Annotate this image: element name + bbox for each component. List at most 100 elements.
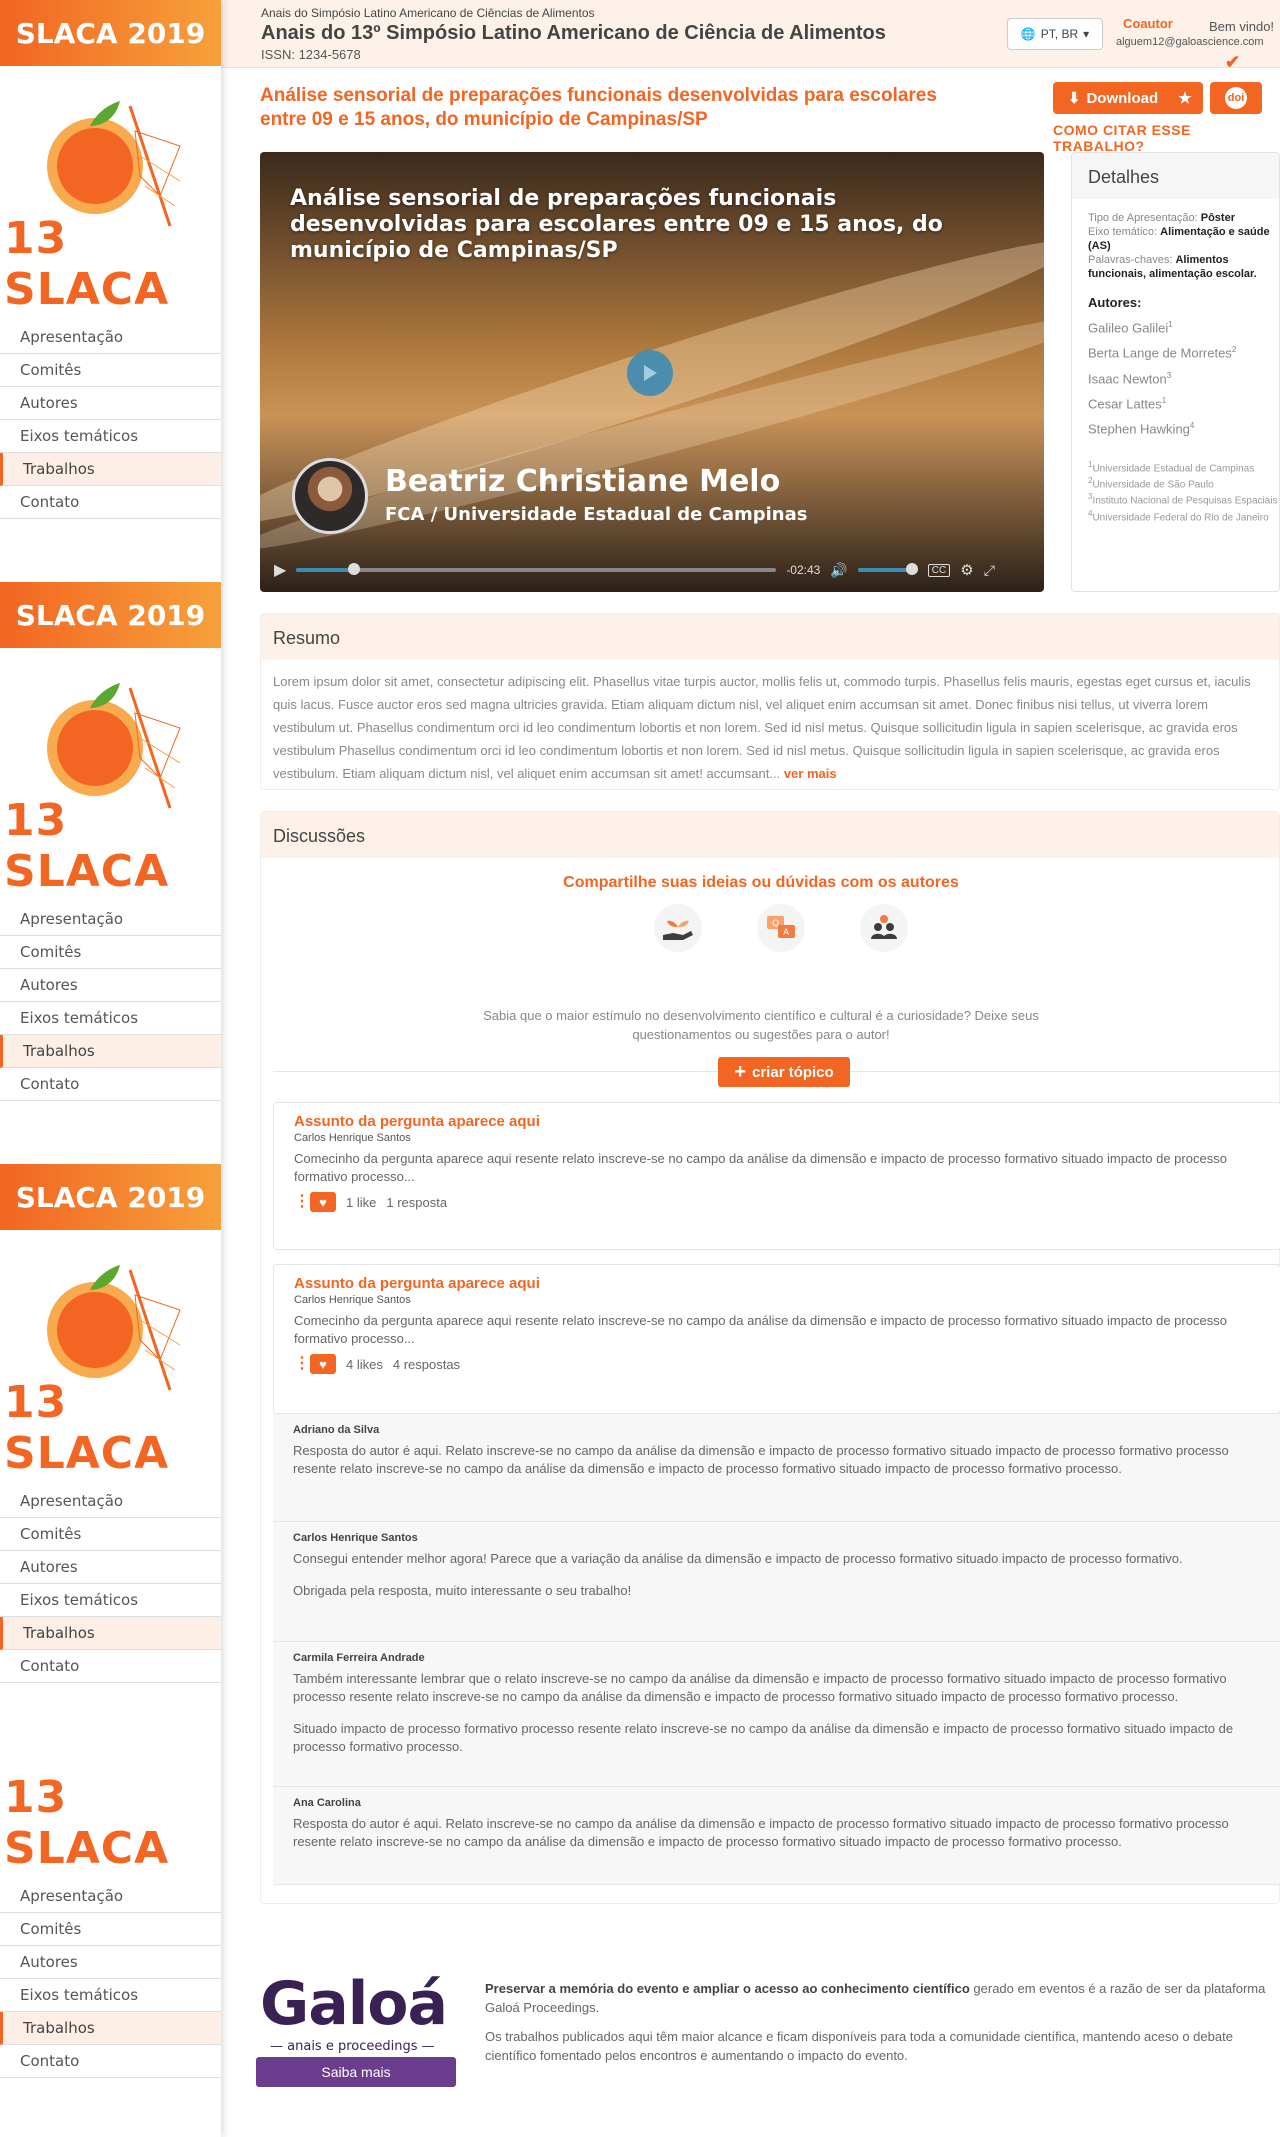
- like-count: 1 like: [346, 1194, 377, 1210]
- play-overlay-button[interactable]: [627, 350, 673, 396]
- discussions-section: Discussões Compartilhe suas ideias ou dú…: [260, 811, 1280, 1904]
- event-subtitle: Anais do Simpósio Latino Americano de Ci…: [261, 6, 595, 20]
- heart-icon[interactable]: ♥: [310, 1192, 336, 1212]
- author-item[interactable]: Isaac Newton3: [1088, 365, 1279, 390]
- event-logo[interactable]: 13 SLACA: [0, 1230, 221, 1485]
- event-title[interactable]: Anais do 13º Simpósio Latino Americano d…: [261, 22, 886, 45]
- sidebar-item[interactable]: Apresentação: [0, 903, 221, 936]
- author-item[interactable]: Cesar Lattes1: [1088, 390, 1279, 415]
- language-selector[interactable]: 🌐 PT, BR ▾: [1007, 18, 1103, 50]
- sidebar-nav: Apresentação Comitês Autores Eixos temático…: [0, 1485, 221, 1683]
- sidebar-item[interactable]: Contato: [0, 1068, 221, 1101]
- topic-title[interactable]: Assunto da pergunta aparece aqui: [294, 1113, 1280, 1130]
- create-topic-button[interactable]: + criar tópico: [718, 1057, 850, 1087]
- sidebar-item[interactable]: Trabalhos: [0, 1617, 221, 1650]
- sidebar-block: 13 SLACA Apresentação Comitês Autores Eixos …: [0, 1690, 221, 2078]
- footer-text-2: Os trabalhos publicados aqui têm maior a…: [485, 2029, 1233, 2063]
- topic-card[interactable]: Assunto da pergunta aparece aqui Carlos …: [273, 1102, 1280, 1250]
- reply-count[interactable]: 1 resposta: [386, 1195, 447, 1210]
- sidebar-item[interactable]: Contato: [0, 1650, 221, 1683]
- logo-text: 13 SLACA: [4, 1377, 170, 1479]
- sidebar-item[interactable]: Trabalhos: [0, 2012, 221, 2045]
- topic-card[interactable]: Assunto da pergunta aparece aqui Carlos …: [273, 1264, 1280, 1414]
- author-item[interactable]: Berta Lange de Morretes2: [1088, 339, 1279, 364]
- download-button[interactable]: ⬇ Download: [1053, 82, 1173, 114]
- topic-text: Comecinho da pergunta aparece aqui resen…: [294, 1313, 1227, 1346]
- sidebar-item[interactable]: Apresentação: [0, 1485, 221, 1518]
- share-prompt: Compartilhe suas ideias ou dúvidas com o…: [563, 874, 959, 891]
- sidebar-item[interactable]: Autores: [0, 1551, 221, 1584]
- progress-bar[interactable]: [296, 563, 777, 575]
- video-player[interactable]: Análise sensorial de preparações funcion…: [260, 152, 1044, 592]
- footer-text: Preservar a memória do evento e ampliar …: [485, 1979, 1280, 2065]
- sidebar-item[interactable]: Trabalhos: [0, 1035, 221, 1068]
- sidebar-item[interactable]: Contato: [0, 486, 221, 519]
- topic-title[interactable]: Assunto da pergunta aparece aqui: [294, 1275, 1280, 1292]
- coautor-link[interactable]: Coautor: [1123, 16, 1173, 31]
- brand-banner[interactable]: SLACA 2019: [0, 582, 221, 648]
- event-logo[interactable]: 13 SLACA: [0, 66, 221, 321]
- brand-banner[interactable]: SLACA 2019: [0, 1164, 221, 1230]
- reply-author: Adriano da Silva: [293, 1424, 380, 1436]
- sidebar-item[interactable]: Eixos temáticos: [0, 1979, 221, 2012]
- globe-icon: 🌐: [1020, 27, 1036, 41]
- svg-text:Q: Q: [772, 919, 779, 929]
- sidebar-item[interactable]: Comitês: [0, 1913, 221, 1946]
- heart-icon[interactable]: ♥: [310, 1354, 336, 1374]
- sidebar-item[interactable]: Apresentação: [0, 321, 221, 354]
- sidebar-item[interactable]: Comitês: [0, 1518, 221, 1551]
- discussion-hint: Sabia que o maior estímulo no desenvolvi…: [483, 1008, 1039, 1042]
- sidebar-item[interactable]: Autores: [0, 969, 221, 1002]
- doi-icon: doi: [1225, 87, 1247, 109]
- play-icon[interactable]: ▶: [274, 560, 286, 580]
- resumo-section: Resumo Lorem ipsum dolor sit amet, conse…: [260, 613, 1280, 790]
- sidebar-block: SLACA 2019 13 SLACA Apresentação Comitês Au…: [0, 582, 221, 1101]
- volume-icon[interactable]: 🔊: [830, 562, 847, 579]
- settings-icon[interactable]: ⚙: [960, 561, 973, 579]
- reply-text: Obrigada pela resposta, muito interessan…: [293, 1583, 632, 1598]
- more-options-icon[interactable]: ⋮: [294, 1356, 310, 1372]
- event-logo[interactable]: 13 SLACA: [0, 1690, 221, 1880]
- more-options-icon[interactable]: ⋮: [294, 1194, 310, 1210]
- reply-text: Consegui entender melhor agora! Parece q…: [293, 1551, 1183, 1566]
- sidebar-item[interactable]: Comitês: [0, 936, 221, 969]
- presenter-name: Beatriz Christiane Melo: [385, 464, 781, 499]
- play-icon: [644, 365, 657, 381]
- fullscreen-icon[interactable]: ⤢: [984, 562, 995, 579]
- favorite-button[interactable]: ★: [1167, 82, 1203, 114]
- caret-down-icon: ▾: [1083, 27, 1090, 41]
- sidebar-item[interactable]: Eixos temáticos: [0, 420, 221, 453]
- sidebar-item[interactable]: Eixos temáticos: [0, 1584, 221, 1617]
- saiba-mais-button[interactable]: Saiba mais: [256, 2057, 456, 2087]
- svg-text:A: A: [783, 928, 790, 938]
- create-topic-label: criar tópico: [752, 1063, 834, 1081]
- volume-slider[interactable]: [857, 563, 918, 575]
- user-email[interactable]: alguem12@galoascience.com: [1116, 36, 1264, 48]
- logo-text: 13 SLACA: [4, 795, 170, 897]
- captions-icon[interactable]: CC: [927, 563, 951, 577]
- sidebar-item[interactable]: Autores: [0, 387, 221, 420]
- sidebar-item[interactable]: Autores: [0, 1946, 221, 1979]
- sidebar-item[interactable]: Apresentação: [0, 1880, 221, 1913]
- doi-button[interactable]: doi: [1210, 82, 1262, 114]
- reply-count[interactable]: 4 respostas: [393, 1357, 460, 1372]
- affiliation-item: 4Universidade Federal do Rio de Janeiro: [1088, 508, 1269, 523]
- reply-author: Carlos Henrique Santos: [293, 1532, 418, 1544]
- top-bar: Anais do Simpósio Latino Americano de Ci…: [221, 0, 1280, 72]
- language-label: PT, BR: [1040, 27, 1079, 41]
- reply-text: Resposta do autor é aqui. Relato inscrev…: [293, 1816, 1229, 1849]
- event-logo[interactable]: 13 SLACA: [0, 648, 221, 903]
- galoa-logo[interactable]: Galoá: [260, 1969, 448, 2039]
- author-item[interactable]: Galileo Galilei1: [1088, 314, 1279, 339]
- sidebar-block: SLACA 2019 13 SLACA Apresentação Comitês Au…: [0, 0, 221, 519]
- brand-banner[interactable]: SLACA 2019: [0, 0, 221, 66]
- sidebar-item[interactable]: Eixos temáticos: [0, 1002, 221, 1035]
- sidebar: SLACA 2019 13 SLACA Apresentação Comitês Au…: [0, 0, 221, 2137]
- sidebar-item[interactable]: Contato: [0, 2045, 221, 2078]
- author-item[interactable]: Stephen Hawking4: [1088, 415, 1279, 440]
- cite-link[interactable]: COMO CITAR ESSE TRABALHO?: [1053, 122, 1280, 154]
- sidebar-item[interactable]: Comitês: [0, 354, 221, 387]
- read-more-link[interactable]: ver mais: [780, 766, 837, 781]
- sidebar-item[interactable]: Trabalhos: [0, 453, 221, 486]
- presenter-institution: FCA / Universidade Estadual de Campinas: [385, 504, 808, 525]
